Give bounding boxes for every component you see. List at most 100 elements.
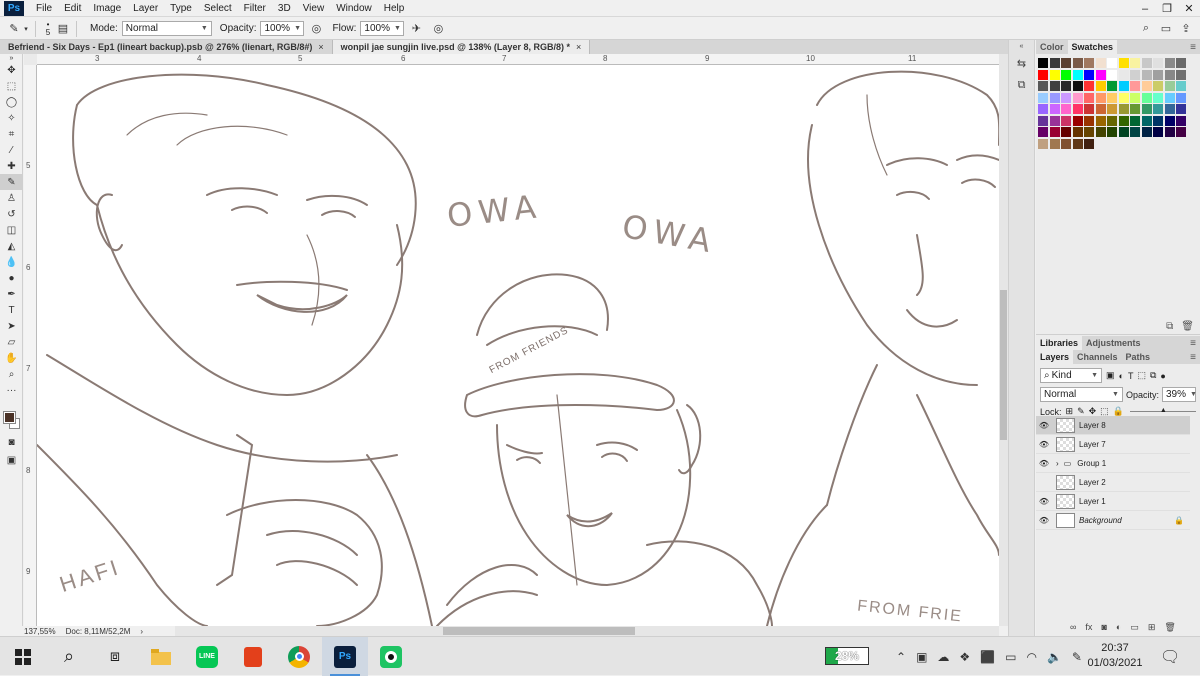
more-tools-icon[interactable]: ··· [0,382,23,398]
notification-app-icon[interactable]: ⬛ [980,650,995,664]
action-center-icon[interactable]: 🗨 [1160,637,1180,676]
vertical-scrollbar[interactable] [999,54,1008,626]
color-swatch[interactable] [1130,127,1140,137]
color-swatch[interactable] [1072,127,1083,137]
brush-settings-icon[interactable]: ▤ [55,21,71,37]
color-swatch[interactable] [1118,58,1129,68]
mode-select[interactable]: Normal ▼ [121,21,212,36]
people-icon[interactable]: ⌃ [896,650,906,664]
scroll-thumb[interactable] [443,627,635,635]
pen-icon[interactable]: ✎ [1072,650,1082,664]
color-swatch[interactable] [1164,81,1175,91]
color-swatch[interactable] [1107,58,1117,68]
pen-tool-icon[interactable]: ✒ [0,286,23,302]
brush-tool-icon[interactable]: ✎ [0,174,23,190]
color-swatch[interactable] [1107,104,1117,114]
system-clock[interactable]: 20:37 01/03/2021 [1084,641,1146,671]
color-swatch[interactable] [1049,69,1060,80]
adjustment-layer-icon[interactable]: ◐ [1116,622,1121,633]
layer-opacity-input[interactable]: 39% ▼ [1162,387,1197,402]
color-swatch[interactable] [1141,127,1152,137]
color-swatch[interactable] [1141,69,1152,80]
photoshop-app-icon[interactable]: Ps [322,637,368,676]
color-swatch[interactable] [1084,81,1094,91]
color-swatch[interactable] [1061,138,1071,149]
color-swatch[interactable] [1038,138,1048,149]
color-swatch[interactable] [1084,58,1094,68]
task-view-icon[interactable]: ⧈ [92,637,138,676]
filter-shape-icon[interactable]: ⬚ [1137,370,1146,381]
color-swatch[interactable] [1072,58,1083,68]
workspace-icon[interactable]: ▭ [1158,21,1174,37]
stamp-tool-icon[interactable]: ♙ [0,190,23,206]
color-swatch[interactable] [1084,138,1094,149]
close-icon[interactable]: × [318,42,323,52]
color-swatch[interactable] [1049,115,1060,126]
tab-adjustments[interactable]: Adjustments [1082,336,1145,350]
move-tool-icon[interactable]: ✥ [0,62,23,78]
chevron-right-icon[interactable]: › [1056,459,1059,468]
layer-style-icon[interactable]: fx [1085,622,1092,633]
chevron-right-icon[interactable]: › [140,627,143,636]
layer-filter-select[interactable]: ⌕ Kind ▼ [1040,368,1102,383]
color-swatch[interactable] [1084,115,1094,126]
filter-pixel-icon[interactable]: ▣ [1106,370,1115,381]
color-swatch[interactable] [1141,58,1152,68]
color-swatch[interactable] [1164,115,1175,126]
visibility-eye-icon[interactable]: 👁 [1036,516,1052,525]
menu-type[interactable]: Type [164,0,198,17]
color-swatch[interactable] [1130,115,1140,126]
battery-icon[interactable]: ▭ [1005,650,1016,664]
search-icon[interactable]: ⌕ [1138,21,1154,37]
color-swatch[interactable] [1049,138,1060,149]
dropbox-icon[interactable]: ❖ [959,650,970,664]
history-panel-icon[interactable]: ⇆ [1009,52,1034,74]
start-button[interactable] [0,637,46,676]
color-swatch[interactable] [1061,127,1071,137]
color-swatch[interactable] [1107,69,1117,80]
onedrive-icon[interactable]: ☁ [937,650,949,664]
zoom-tool-icon[interactable]: ⌕ [0,366,23,382]
color-swatch[interactable] [1176,81,1186,91]
paint-bucket-tool-icon[interactable]: ◭ [0,238,23,254]
color-swatch[interactable] [1072,92,1083,103]
color-swatch[interactable] [1049,81,1060,91]
color-swatch[interactable] [1095,104,1106,114]
color-swatch[interactable] [1164,127,1175,137]
tab-swatches[interactable]: Swatches [1067,40,1118,54]
visibility-eye-icon[interactable]: 👁 [1036,440,1052,449]
filter-toggle-icon[interactable]: ● [1160,371,1165,381]
meet-icon[interactable]: ▣ [916,650,927,664]
color-swatch[interactable] [1084,92,1094,103]
new-layer-icon[interactable]: ⊞ [1148,622,1156,633]
color-swatch[interactable] [1038,115,1048,126]
color-swatch[interactable] [1118,104,1129,114]
tab-wonpil-document[interactable]: wonpil jae sungjin live.psd @ 138% (Laye… [332,40,591,54]
marquee-tool-icon[interactable]: ⬚ [0,78,23,94]
link-layers-icon[interactable]: ∞ [1070,622,1076,633]
layer-row[interactable]: 👁 › ▭ Group 1 [1036,454,1190,473]
color-swatch[interactable] [1153,69,1163,80]
color-swatch[interactable] [1153,115,1163,126]
color-swatch[interactable] [1118,115,1129,126]
properties-panel-icon[interactable]: ⧉ [1009,74,1034,96]
minimize-icon[interactable]: – [1134,0,1156,17]
color-swatch[interactable] [1118,127,1129,137]
music-app-icon[interactable] [368,637,414,676]
color-swatch[interactable] [1176,127,1186,137]
menu-help[interactable]: Help [378,0,411,17]
tab-libraries[interactable]: Libraries [1036,336,1083,350]
tab-paths[interactable]: Paths [1122,350,1155,364]
color-swatch[interactable] [1153,81,1163,91]
color-swatch[interactable] [1141,92,1152,103]
foreground-color-swatch[interactable] [3,411,16,424]
tab-befriend-document[interactable]: Befriend - Six Days - Ep1 (lineart backu… [0,40,333,54]
color-swatch[interactable] [1095,115,1106,126]
color-swatch[interactable] [1118,69,1129,80]
brush-size-picker[interactable]: • 5 [41,20,55,37]
menu-edit[interactable]: Edit [58,0,87,17]
color-swatch[interactable] [1107,127,1117,137]
color-swatch[interactable] [1038,58,1048,68]
tab-color[interactable]: Color [1036,40,1068,54]
color-swatch[interactable] [1118,81,1129,91]
